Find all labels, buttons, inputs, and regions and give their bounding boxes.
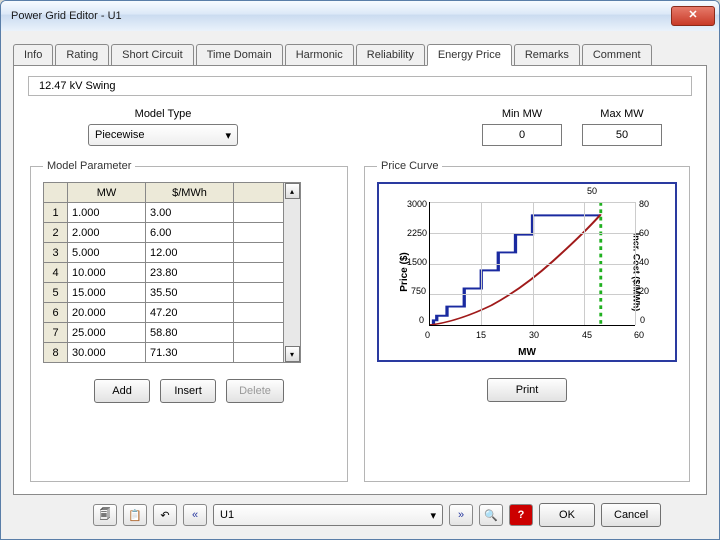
copy-icon[interactable]: 🗐 (93, 504, 117, 526)
price-curve-chart: Price ($) Incr. Cost ($/MWh) MW 50 3000 … (377, 182, 677, 362)
first-icon[interactable]: « (183, 504, 207, 526)
chevron-down-icon: ▾ (225, 129, 231, 142)
tab-comment[interactable]: Comment (582, 44, 652, 66)
close-button[interactable]: ✕ (671, 6, 715, 26)
min-mw-input[interactable]: 0 (482, 124, 562, 146)
chart-plot-area (429, 202, 635, 326)
grid-scrollbar[interactable]: ▴ ▾ (284, 182, 301, 363)
cancel-button[interactable]: Cancel (601, 503, 661, 527)
parameter-grid[interactable]: MW $/MWh 11.0003.00 22.0006.00 35.00012.… (43, 182, 284, 363)
bottom-toolbar: 🗐 📋 ↶ « U1 ▾ » 🔍 ? OK Cancel (13, 495, 707, 527)
titlebar: Power Grid Editor - U1 ✕ (1, 1, 719, 31)
print-button[interactable]: Print (487, 378, 567, 402)
chart-top-tick: 50 (587, 186, 597, 196)
table-row: 11.0003.00 (44, 203, 284, 223)
tab-info[interactable]: Info (13, 44, 53, 66)
table-row: 725.00058.80 (44, 323, 284, 343)
top-controls: Model Type Piecewise ▾ Min MW 0 Max MW 5… (88, 108, 662, 146)
price-curve-legend: Price Curve (377, 160, 442, 172)
col-num[interactable] (44, 183, 68, 203)
help-button[interactable]: ? (509, 504, 533, 526)
col-blank[interactable] (234, 183, 284, 203)
col-mw[interactable]: MW (68, 183, 146, 203)
find-icon[interactable]: 🔍 (479, 504, 503, 526)
paste-icon[interactable]: 📋 (123, 504, 147, 526)
table-row: 515.00035.50 (44, 283, 284, 303)
grid-wrap: MW $/MWh 11.0003.00 22.0006.00 35.00012.… (43, 182, 335, 363)
scroll-up-icon[interactable]: ▴ (285, 183, 300, 199)
tab-rating[interactable]: Rating (55, 44, 109, 66)
delete-button[interactable]: Delete (226, 379, 284, 403)
tab-strip: Info Rating Short Circuit Time Domain Ha… (13, 44, 707, 66)
price-curve-group: Price Curve Price ($) Incr. Cost ($/MWh)… (364, 160, 690, 482)
tab-panel: 12.47 kV Swing Model Type Piecewise ▾ Mi… (13, 65, 707, 495)
chart-xlabel: MW (379, 347, 675, 358)
window-title: Power Grid Editor - U1 (11, 10, 671, 22)
model-parameter-group: Model Parameter MW $/MWh 11.0003.00 22.0… (30, 160, 348, 482)
model-type-label: Model Type (135, 108, 192, 120)
max-mw-input[interactable]: 50 (582, 124, 662, 146)
table-row: 35.00012.00 (44, 243, 284, 263)
tab-short-circuit[interactable]: Short Circuit (111, 44, 194, 66)
tab-remarks[interactable]: Remarks (514, 44, 580, 66)
table-row: 410.00023.80 (44, 263, 284, 283)
ok-button[interactable]: OK (539, 503, 595, 527)
bus-info: 12.47 kV Swing (28, 76, 692, 96)
element-selector[interactable]: U1 ▾ (213, 504, 443, 526)
last-icon[interactable]: » (449, 504, 473, 526)
tab-reliability[interactable]: Reliability (356, 44, 425, 66)
insert-button[interactable]: Insert (160, 379, 216, 403)
tab-harmonic[interactable]: Harmonic (285, 44, 354, 66)
window: Power Grid Editor - U1 ✕ Info Rating Sho… (0, 0, 720, 540)
client-area: Info Rating Short Circuit Time Domain Ha… (1, 31, 719, 539)
table-row: 830.00071.30 (44, 343, 284, 363)
scroll-down-icon[interactable]: ▾ (285, 346, 300, 362)
min-mw-label: Min MW (502, 108, 542, 120)
tab-energy-price[interactable]: Energy Price (427, 44, 512, 66)
model-type-value: Piecewise (95, 129, 145, 141)
table-row: 620.00047.20 (44, 303, 284, 323)
model-type-dropdown[interactable]: Piecewise ▾ (88, 124, 238, 146)
table-row: 22.0006.00 (44, 223, 284, 243)
add-button[interactable]: Add (94, 379, 150, 403)
tab-time-domain[interactable]: Time Domain (196, 44, 283, 66)
element-selector-value: U1 (220, 509, 234, 521)
groups: Model Parameter MW $/MWh 11.0003.00 22.0… (28, 160, 692, 482)
col-price[interactable]: $/MWh (146, 183, 234, 203)
undo-icon[interactable]: ↶ (153, 504, 177, 526)
max-mw-label: Max MW (600, 108, 643, 120)
model-parameter-legend: Model Parameter (43, 160, 135, 172)
chevron-down-icon: ▾ (430, 509, 436, 522)
